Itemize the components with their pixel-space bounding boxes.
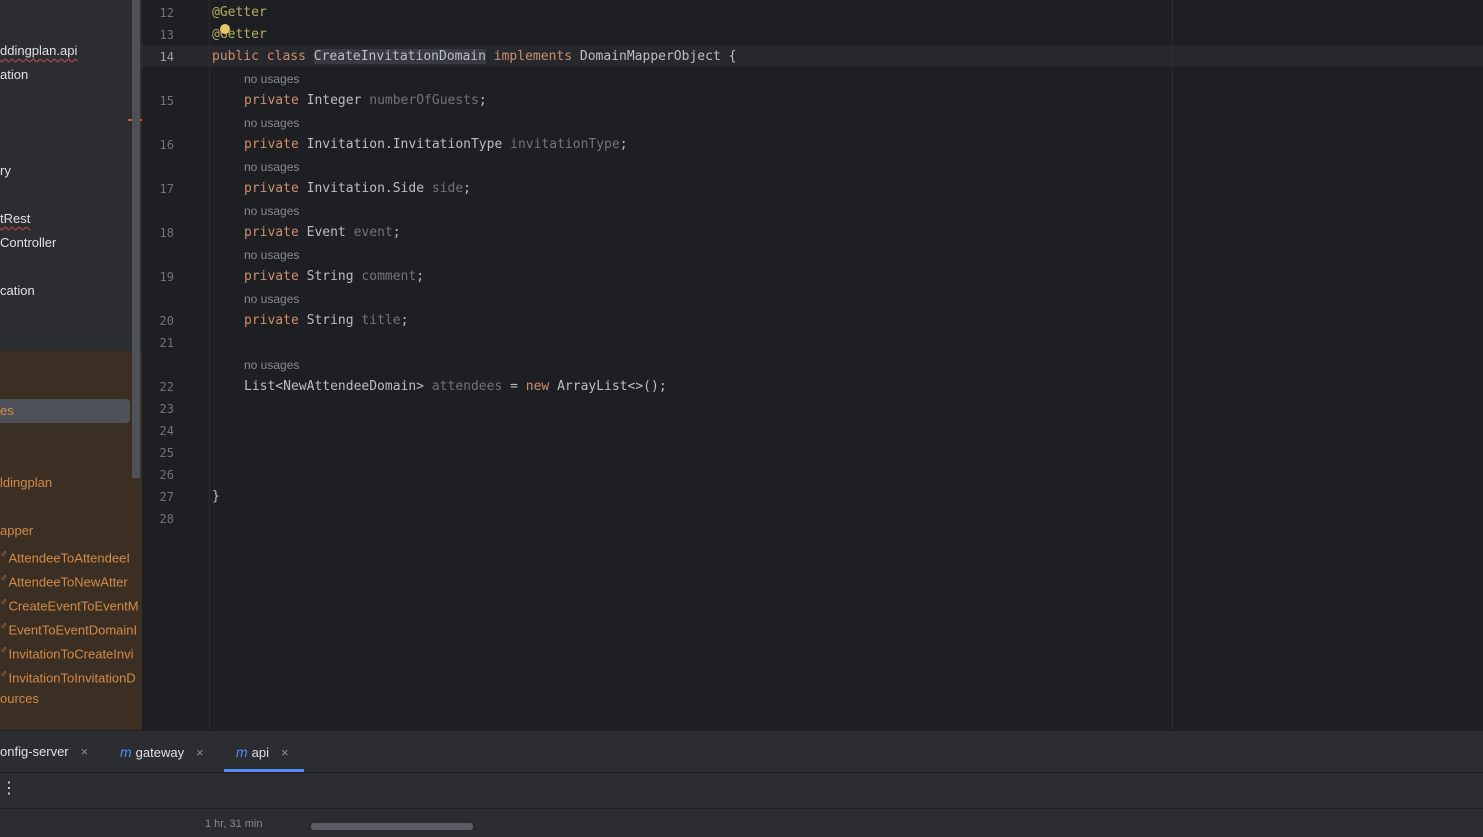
tree-item-mapper-class[interactable]: ♂AttendeeToNewAtter	[0, 568, 128, 590]
code-line-17[interactable]: private Invitation.Side side;	[244, 178, 471, 200]
line-number: 14	[159, 50, 174, 64]
tree-item-mapper-class[interactable]: ♂CreateEventToEventM	[0, 592, 139, 614]
line-number: 28	[159, 512, 174, 526]
tree-item-mapper-class[interactable]: ♂InvitationToCreateInvi	[0, 640, 134, 662]
close-icon[interactable]: ×	[81, 744, 89, 759]
project-tree-selection	[0, 399, 130, 423]
horizontal-scrollbar[interactable]	[311, 823, 473, 830]
line-number: 12	[159, 6, 174, 20]
usage-hint[interactable]: no usages	[244, 156, 299, 178]
line-number: 20	[159, 314, 174, 328]
code-line-20[interactable]: private String title;	[244, 310, 408, 332]
tree-item-mapper[interactable]: apper	[0, 520, 33, 542]
usage-hint[interactable]: no usages	[244, 288, 299, 310]
close-icon[interactable]: ×	[281, 745, 289, 760]
line-number: 24	[159, 424, 174, 438]
code-line-16[interactable]: private Invitation.InvitationType invita…	[244, 134, 628, 156]
usage-hint[interactable]: no usages	[244, 112, 299, 134]
project-tree-scrollbar[interactable]	[132, 0, 140, 478]
tree-item-rest[interactable]: tRest	[0, 208, 30, 230]
gutter-divider	[209, 0, 210, 730]
line-number: 22	[159, 380, 174, 394]
code-line-22[interactable]: List<NewAttendeeDomain> attendees = new …	[244, 376, 667, 398]
tree-item-package-api[interactable]: ddingplan.api	[0, 40, 77, 62]
usage-hint[interactable]: no usages	[244, 244, 299, 266]
run-tool-window-tabs	[0, 730, 1483, 773]
line-number: 16	[159, 138, 174, 152]
line-number: 15	[159, 94, 174, 108]
code-line-18[interactable]: private Event event;	[244, 222, 401, 244]
java-class-icon: ♂	[0, 549, 8, 560]
code-line-19[interactable]: private String comment;	[244, 266, 424, 288]
code-line-27[interactable]: }	[212, 486, 220, 508]
line-number: 21	[159, 336, 174, 350]
elapsed-time: 1 hr, 31 min	[205, 818, 263, 830]
line-number: 19	[159, 270, 174, 284]
java-class-icon: ♂	[0, 597, 8, 608]
tree-item-selected[interactable]: es	[0, 400, 14, 422]
tree-item-resources[interactable]: ources	[0, 688, 39, 710]
java-class-icon: ♂	[0, 669, 8, 680]
tab-config-server[interactable]: onfig-server ×	[0, 731, 88, 773]
line-number: 13	[159, 28, 174, 42]
run-toolbar	[0, 772, 1483, 809]
code-line-12[interactable]: @Getter	[212, 2, 267, 24]
more-options-icon[interactable]: ⋮	[1, 780, 17, 798]
java-class-icon: ♂	[0, 645, 8, 656]
tab-api[interactable]: m api ×	[236, 731, 289, 773]
lightbulb-icon[interactable]	[220, 24, 230, 34]
line-number: 23	[159, 402, 174, 416]
java-class-icon: ♂	[0, 573, 8, 584]
usage-hint[interactable]: no usages	[244, 68, 299, 90]
tree-item-mapper-class[interactable]: ♂AttendeeToAttendeeI	[0, 544, 130, 566]
tree-item-application[interactable]: ation	[0, 64, 28, 86]
tree-item-mapper-class[interactable]: ♂EventToEventDomainI	[0, 616, 137, 638]
project-tree-panel: ddingplan.api ation ry tRest Controller …	[0, 0, 142, 730]
usage-hint[interactable]: no usages	[244, 200, 299, 222]
code-line-14[interactable]: public class CreateInvitationDomain impl…	[212, 46, 736, 68]
line-number: 27	[159, 490, 174, 504]
maven-icon: m	[120, 744, 132, 760]
close-icon[interactable]: ×	[196, 745, 204, 760]
line-number: 25	[159, 446, 174, 460]
right-margin-guide	[1172, 0, 1173, 730]
line-number: 18	[159, 226, 174, 240]
code-line-15[interactable]: private Integer numberOfGuests;	[244, 90, 487, 112]
tree-item-mapper-class[interactable]: ♂InvitationToInvitationD	[0, 664, 136, 686]
usage-hint[interactable]: no usages	[244, 354, 299, 376]
tree-item-application-class[interactable]: cation	[0, 280, 35, 302]
tree-item-repository[interactable]: ry	[0, 160, 11, 182]
java-class-icon: ♂	[0, 621, 8, 632]
line-number: 26	[159, 468, 174, 482]
tree-item-controller[interactable]: Controller	[0, 232, 56, 254]
line-number: 17	[159, 182, 174, 196]
tree-item-package[interactable]: ldingplan	[0, 472, 52, 494]
maven-icon: m	[236, 744, 248, 760]
tab-gateway[interactable]: m gateway ×	[120, 731, 204, 773]
